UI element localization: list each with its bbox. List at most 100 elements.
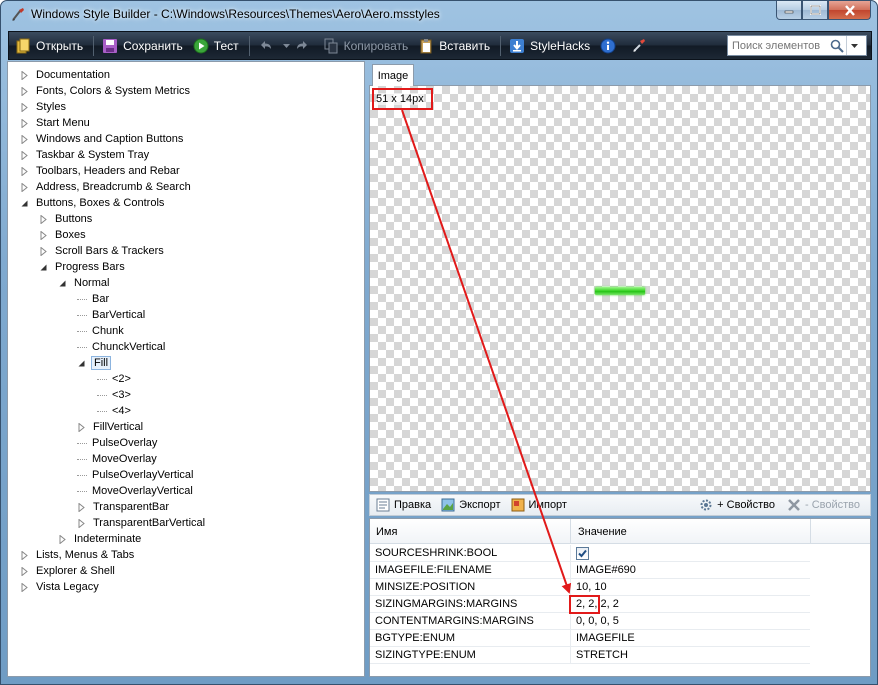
tree-item-barvertical[interactable]: BarVertical bbox=[77, 307, 147, 323]
paste-button[interactable]: Вставить bbox=[418, 35, 490, 57]
delete-icon bbox=[788, 499, 800, 511]
tree-item-toolbars-headers-and-rebar[interactable]: Toolbars, Headers and Rebar bbox=[20, 163, 182, 179]
collapsed-arrow-icon[interactable] bbox=[77, 518, 86, 528]
import-button[interactable]: Импорт bbox=[511, 498, 567, 512]
property-row[interactable]: CONTENTMARGINS:MARGINS 0, 0, 0, 5 bbox=[370, 613, 810, 630]
remove-property-button[interactable]: - Свойство bbox=[787, 498, 860, 512]
column-divider[interactable] bbox=[570, 519, 571, 544]
undo-dropdown[interactable] bbox=[282, 35, 290, 57]
tree-item-styles[interactable]: Styles bbox=[20, 99, 68, 115]
collapsed-arrow-icon[interactable] bbox=[39, 230, 48, 240]
expanded-arrow-icon[interactable] bbox=[20, 199, 29, 208]
title-bar[interactable]: Windows Style Builder - C:\Windows\Resou… bbox=[1, 1, 877, 29]
collapsed-arrow-icon[interactable] bbox=[20, 566, 29, 576]
tree-item-explorer-shell[interactable]: Explorer & Shell bbox=[20, 563, 117, 579]
column-divider[interactable] bbox=[810, 519, 811, 544]
search-input[interactable] bbox=[732, 39, 830, 52]
tree-item-3[interactable]: <3> bbox=[97, 387, 133, 403]
collapsed-arrow-icon[interactable] bbox=[20, 118, 29, 128]
tree-item-pulseoverlay[interactable]: PulseOverlay bbox=[77, 435, 159, 451]
collapsed-arrow-icon[interactable] bbox=[20, 70, 29, 80]
collapsed-arrow-icon[interactable] bbox=[20, 582, 29, 592]
expanded-arrow-icon[interactable] bbox=[58, 279, 67, 288]
property-value[interactable]: STRETCH bbox=[576, 649, 628, 661]
expanded-arrow-icon[interactable] bbox=[39, 263, 48, 272]
tree-item-moveoverlayvertical[interactable]: MoveOverlayVertical bbox=[77, 483, 195, 499]
tree-item-lists-menus-tabs[interactable]: Lists, Menus & Tabs bbox=[20, 547, 136, 563]
collapsed-arrow-icon[interactable] bbox=[20, 86, 29, 96]
tab-image[interactable]: Image bbox=[372, 64, 414, 86]
tools-button[interactable] bbox=[631, 35, 652, 57]
tree-item-moveoverlay[interactable]: MoveOverlay bbox=[77, 451, 159, 467]
tree-item-buttons[interactable]: Buttons bbox=[39, 211, 94, 227]
property-row[interactable]: MINSIZE:POSITION 10, 10 bbox=[370, 579, 810, 596]
tree-item-address-breadcrumb-search[interactable]: Address, Breadcrumb & Search bbox=[20, 179, 193, 195]
collapsed-arrow-icon[interactable] bbox=[20, 150, 29, 160]
close-button[interactable] bbox=[828, 1, 871, 20]
property-row[interactable]: SIZINGTYPE:ENUM STRETCH bbox=[370, 647, 810, 664]
tree-item-fill[interactable]: Fill bbox=[77, 355, 112, 371]
window-controls bbox=[776, 1, 871, 20]
stylehacks-button[interactable]: StyleHacks bbox=[509, 35, 590, 57]
collapsed-arrow-icon[interactable] bbox=[20, 134, 29, 144]
search-dropdown-button[interactable] bbox=[846, 36, 862, 55]
property-row[interactable]: IMAGEFILE:FILENAME IMAGE#690 bbox=[370, 562, 810, 579]
collapsed-arrow-icon[interactable] bbox=[77, 422, 86, 432]
collapsed-arrow-icon[interactable] bbox=[20, 550, 29, 560]
column-header-name[interactable]: Имя bbox=[376, 526, 397, 538]
maximize-button[interactable] bbox=[802, 1, 828, 20]
element-tree[interactable]: Documentation Fonts, Colors & System Metr… bbox=[7, 61, 365, 677]
tree-item-windows-and-caption-buttons[interactable]: Windows and Caption Buttons bbox=[20, 131, 185, 147]
tree-item-chunk[interactable]: Chunk bbox=[77, 323, 126, 339]
tree-item-2[interactable]: <2> bbox=[97, 371, 133, 387]
tree-item-4[interactable]: <4> bbox=[97, 403, 133, 419]
property-value[interactable]: 0, 0, 0, 5 bbox=[576, 615, 619, 627]
tree-item-pulseoverlayvertical[interactable]: PulseOverlayVertical bbox=[77, 467, 196, 483]
collapsed-arrow-icon[interactable] bbox=[58, 534, 67, 544]
tree-item-fillvertical[interactable]: FillVertical bbox=[77, 419, 145, 435]
undo-button[interactable] bbox=[258, 35, 279, 57]
collapsed-arrow-icon[interactable] bbox=[77, 502, 86, 512]
minimize-button[interactable] bbox=[776, 1, 802, 20]
property-row[interactable]: BGTYPE:ENUM IMAGEFILE bbox=[370, 630, 810, 647]
edit-button[interactable]: Правка bbox=[376, 498, 431, 512]
column-header-value[interactable]: Значение bbox=[578, 526, 627, 538]
tree-item-boxes[interactable]: Boxes bbox=[39, 227, 88, 243]
tree-item-bar[interactable]: Bar bbox=[77, 291, 111, 307]
tree-item-transparentbar[interactable]: TransparentBar bbox=[77, 499, 171, 515]
tree-item-normal[interactable]: Normal bbox=[58, 275, 111, 291]
collapsed-arrow-icon[interactable] bbox=[20, 166, 29, 176]
tree-item-transparentbarvertical[interactable]: TransparentBarVertical bbox=[77, 515, 207, 531]
tree-item-buttons-boxes-controls[interactable]: Buttons, Boxes & Controls bbox=[20, 195, 166, 211]
property-checkbox[interactable] bbox=[576, 547, 589, 560]
expanded-arrow-icon[interactable] bbox=[77, 359, 86, 368]
tree-item-taskbar-system-tray[interactable]: Taskbar & System Tray bbox=[20, 147, 151, 163]
tree-item-indeterminate[interactable]: Indeterminate bbox=[58, 531, 143, 547]
tree-item-vista-legacy[interactable]: Vista Legacy bbox=[20, 579, 101, 595]
redo-button[interactable] bbox=[294, 35, 315, 57]
copy-button[interactable]: Копировать bbox=[323, 35, 408, 57]
property-value[interactable]: IMAGEFILE bbox=[576, 632, 635, 644]
property-row[interactable]: SOURCESHRINK:BOOL bbox=[370, 545, 810, 562]
collapsed-arrow-icon[interactable] bbox=[20, 102, 29, 112]
collapsed-arrow-icon[interactable] bbox=[39, 246, 48, 256]
collapsed-arrow-icon[interactable] bbox=[39, 214, 48, 224]
tree-item-fonts-colors-system-metrics[interactable]: Fonts, Colors & System Metrics bbox=[20, 83, 192, 99]
tree-item-start-menu[interactable]: Start Menu bbox=[20, 115, 92, 131]
collapsed-arrow-icon[interactable] bbox=[20, 182, 29, 192]
tree-item-documentation[interactable]: Documentation bbox=[20, 67, 112, 83]
export-button[interactable]: Экспорт bbox=[441, 498, 501, 512]
tree-item-label: Scroll Bars & Trackers bbox=[55, 245, 164, 257]
info-button[interactable] bbox=[600, 35, 621, 57]
tree-item-chunckvertical[interactable]: ChunckVertical bbox=[77, 339, 167, 355]
property-value[interactable]: IMAGE#690 bbox=[576, 564, 636, 576]
search-box[interactable] bbox=[727, 35, 867, 56]
open-button[interactable]: Открыть bbox=[15, 35, 83, 57]
tree-item-scroll-bars-trackers[interactable]: Scroll Bars & Trackers bbox=[39, 243, 166, 259]
add-property-button[interactable]: + Свойство bbox=[699, 498, 775, 512]
property-value[interactable]: 10, 10 bbox=[576, 581, 607, 593]
search-icon[interactable] bbox=[830, 39, 844, 53]
save-button[interactable]: Сохранить bbox=[102, 35, 183, 57]
test-button[interactable]: Тест bbox=[193, 35, 239, 57]
tree-item-progress-bars[interactable]: Progress Bars bbox=[39, 259, 127, 275]
